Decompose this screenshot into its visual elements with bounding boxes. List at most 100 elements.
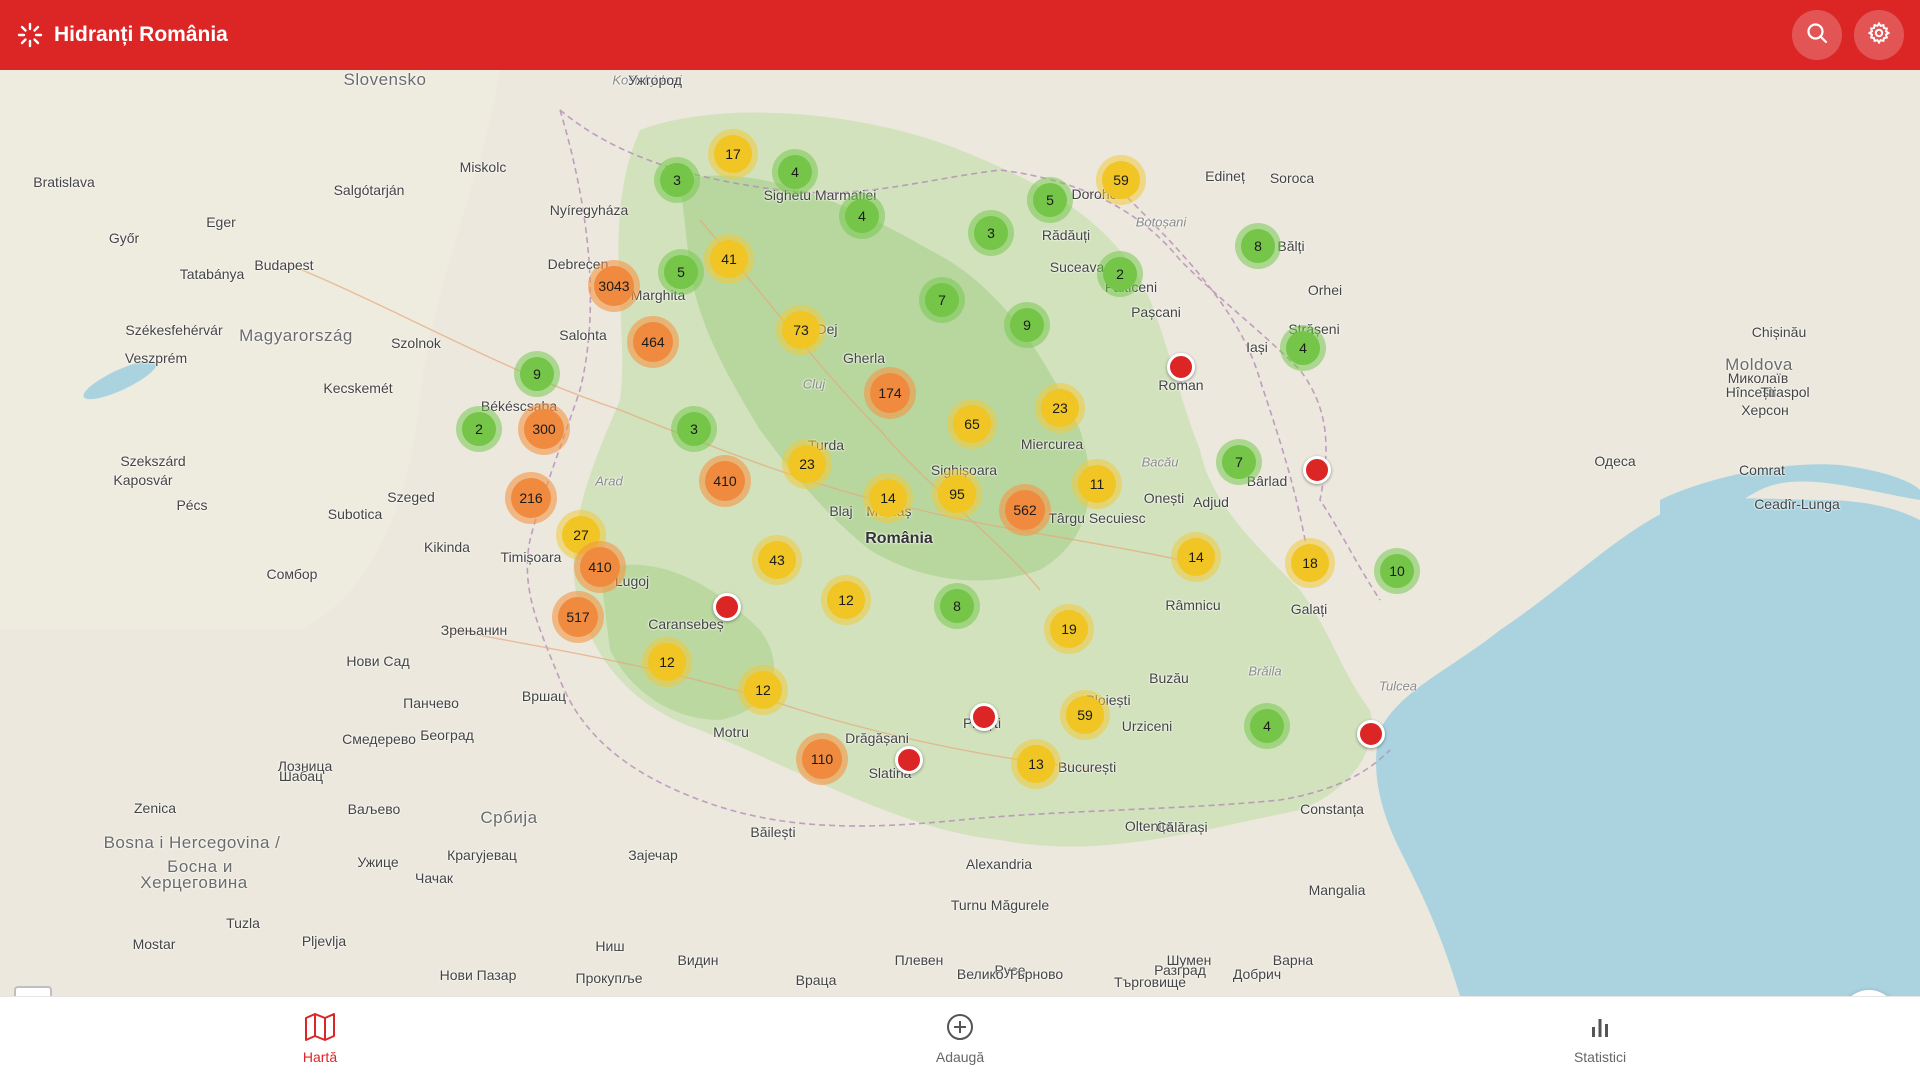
hydrant-cluster-marker[interactable]: 59 bbox=[1096, 155, 1146, 205]
hydrant-cluster-marker[interactable]: 5 bbox=[1027, 177, 1073, 223]
hydrant-cluster-marker[interactable]: 3 bbox=[968, 210, 1014, 256]
map-view[interactable]: Slovensko Košický kraj Ужгород Bratislava Ma… bbox=[0, 70, 1920, 996]
map-place-label: Orhei bbox=[1307, 282, 1343, 298]
hydrant-cluster-marker[interactable]: 23 bbox=[782, 439, 832, 489]
map-place-label: Zenica bbox=[133, 800, 177, 816]
hydrant-cluster-marker[interactable]: 3043 bbox=[588, 260, 640, 312]
hydrant-cluster-marker[interactable]: 8 bbox=[934, 583, 980, 629]
hydrant-cluster-marker[interactable]: 562 bbox=[999, 484, 1051, 536]
map-place-label: Szolnok bbox=[391, 335, 441, 351]
hydrant-cluster-marker[interactable]: 14 bbox=[1171, 532, 1221, 582]
nav-add[interactable]: Adaugă bbox=[860, 1012, 1060, 1065]
hydrant-cluster-marker[interactable]: 110 bbox=[796, 733, 848, 785]
cluster-count: 11 bbox=[1078, 465, 1116, 503]
map-place-label: Chișinău bbox=[1751, 324, 1807, 340]
hydrant-cluster-marker[interactable]: 73 bbox=[776, 305, 826, 355]
gear-icon bbox=[1867, 21, 1891, 50]
map-place-label: Варна bbox=[1272, 952, 1314, 968]
map-place-label: Botoșani bbox=[1135, 214, 1187, 230]
hydrant-cluster-marker[interactable]: 8 bbox=[1235, 223, 1281, 269]
hydrant-cluster-marker[interactable]: 43 bbox=[752, 535, 802, 585]
cluster-count: 65 bbox=[953, 405, 991, 443]
cluster-count: 23 bbox=[1041, 389, 1079, 427]
hydrant-cluster-marker[interactable]: 13 bbox=[1011, 739, 1061, 789]
settings-button[interactable] bbox=[1854, 10, 1904, 60]
map-place-label: Caransebeș bbox=[648, 616, 724, 632]
cluster-count: 10 bbox=[1380, 554, 1414, 588]
map-place-label: Нови Пазар bbox=[439, 967, 517, 983]
hydrant-cluster-marker[interactable]: 19 bbox=[1044, 604, 1094, 654]
hydrant-cluster-marker[interactable]: 9 bbox=[514, 351, 560, 397]
hydrant-cluster-marker[interactable]: 95 bbox=[932, 469, 982, 519]
map-place-label: Београд bbox=[420, 727, 474, 743]
cluster-count: 3043 bbox=[594, 266, 634, 306]
cluster-count: 59 bbox=[1066, 696, 1104, 734]
hydrant-cluster-marker[interactable]: 12 bbox=[821, 575, 871, 625]
hydrant-cluster-marker[interactable]: 5 bbox=[658, 249, 704, 295]
map-place-label: Călărași bbox=[1156, 819, 1208, 835]
map-place-label: Veszprém bbox=[124, 350, 188, 366]
hydrant-cluster-marker[interactable]: 17 bbox=[708, 129, 758, 179]
hydrant-cluster-marker[interactable]: 7 bbox=[919, 277, 965, 323]
hydrant-cluster-marker[interactable]: 23 bbox=[1035, 383, 1085, 433]
hydrant-pin-marker[interactable] bbox=[1357, 720, 1385, 748]
hydrant-cluster-marker[interactable]: 2 bbox=[1097, 251, 1143, 297]
map-place-label: Miskolc bbox=[459, 159, 507, 175]
hydrant-cluster-marker[interactable]: 174 bbox=[864, 367, 916, 419]
map-place-label: Magyarország bbox=[239, 326, 353, 345]
cluster-count: 9 bbox=[1010, 308, 1044, 342]
map-place-label: Србија bbox=[480, 808, 538, 827]
hydrant-cluster-marker[interactable]: 410 bbox=[699, 455, 751, 507]
hydrant-cluster-marker[interactable]: 7 bbox=[1216, 439, 1262, 485]
map-place-label: Враца bbox=[795, 972, 837, 988]
hydrant-cluster-marker[interactable]: 4 bbox=[839, 193, 885, 239]
hydrant-cluster-marker[interactable]: 410 bbox=[574, 541, 626, 593]
hydrant-cluster-marker[interactable]: 2 bbox=[456, 406, 502, 452]
cluster-count: 4 bbox=[845, 199, 879, 233]
hydrant-cluster-marker[interactable]: 41 bbox=[704, 234, 754, 284]
hydrant-cluster-marker[interactable]: 3 bbox=[671, 406, 717, 452]
hydrant-cluster-marker[interactable]: 4 bbox=[772, 149, 818, 195]
hydrant-pin-marker[interactable] bbox=[970, 703, 998, 731]
map-place-label: Eger bbox=[206, 214, 236, 230]
hydrant-cluster-marker[interactable]: 9 bbox=[1004, 302, 1050, 348]
hydrant-cluster-marker[interactable]: 18 bbox=[1285, 538, 1335, 588]
hydrant-cluster-marker[interactable]: 14 bbox=[863, 473, 913, 523]
cluster-count: 410 bbox=[580, 547, 620, 587]
map-place-label: Tiraspol bbox=[1760, 384, 1810, 400]
search-button[interactable] bbox=[1792, 10, 1842, 60]
hydrant-cluster-marker[interactable]: 3 bbox=[654, 157, 700, 203]
hydrant-pin-marker[interactable] bbox=[713, 593, 741, 621]
nav-map[interactable]: Hartă bbox=[220, 1012, 420, 1065]
hydrant-cluster-marker[interactable]: 10 bbox=[1374, 548, 1420, 594]
cluster-count: 3 bbox=[660, 163, 694, 197]
zoom-in-button[interactable]: + bbox=[16, 988, 50, 996]
hydrant-pin-marker[interactable] bbox=[1167, 353, 1195, 381]
map-place-label: Ceadîr-Lunga bbox=[1754, 496, 1840, 512]
hydrant-cluster-marker[interactable]: 300 bbox=[518, 403, 570, 455]
hydrant-cluster-marker[interactable]: 216 bbox=[505, 472, 557, 524]
cluster-count: 95 bbox=[938, 475, 976, 513]
map-place-label: Galați bbox=[1290, 601, 1328, 617]
hydrant-cluster-marker[interactable]: 4 bbox=[1244, 703, 1290, 749]
map-place-label: România bbox=[865, 530, 933, 547]
map-place-label: Edineț bbox=[1205, 168, 1245, 184]
app-header: Hidranți România bbox=[0, 0, 1920, 70]
nav-add-label: Adaugă bbox=[935, 1049, 985, 1065]
hydrant-cluster-marker[interactable]: 517 bbox=[552, 591, 604, 643]
map-place-label: Kecskemét bbox=[323, 380, 393, 396]
hydrant-pin-marker[interactable] bbox=[1303, 456, 1331, 484]
map-place-label: Миколаїв bbox=[1727, 370, 1789, 386]
hydrant-cluster-marker[interactable]: 12 bbox=[642, 637, 692, 687]
hydrant-cluster-marker[interactable]: 65 bbox=[947, 399, 997, 449]
hydrant-cluster-marker[interactable]: 59 bbox=[1060, 690, 1110, 740]
nav-stats[interactable]: Statistici bbox=[1500, 1012, 1700, 1065]
hydrant-cluster-marker[interactable]: 4 bbox=[1280, 325, 1326, 371]
hydrant-cluster-marker[interactable]: 11 bbox=[1072, 459, 1122, 509]
map-place-label: Onești bbox=[1143, 490, 1185, 506]
hydrant-cluster-marker[interactable]: 464 bbox=[627, 316, 679, 368]
cluster-count: 410 bbox=[705, 461, 745, 501]
hydrant-cluster-marker[interactable]: 12 bbox=[738, 665, 788, 715]
hydrant-pin-marker[interactable] bbox=[895, 746, 923, 774]
cluster-count: 14 bbox=[1177, 538, 1215, 576]
